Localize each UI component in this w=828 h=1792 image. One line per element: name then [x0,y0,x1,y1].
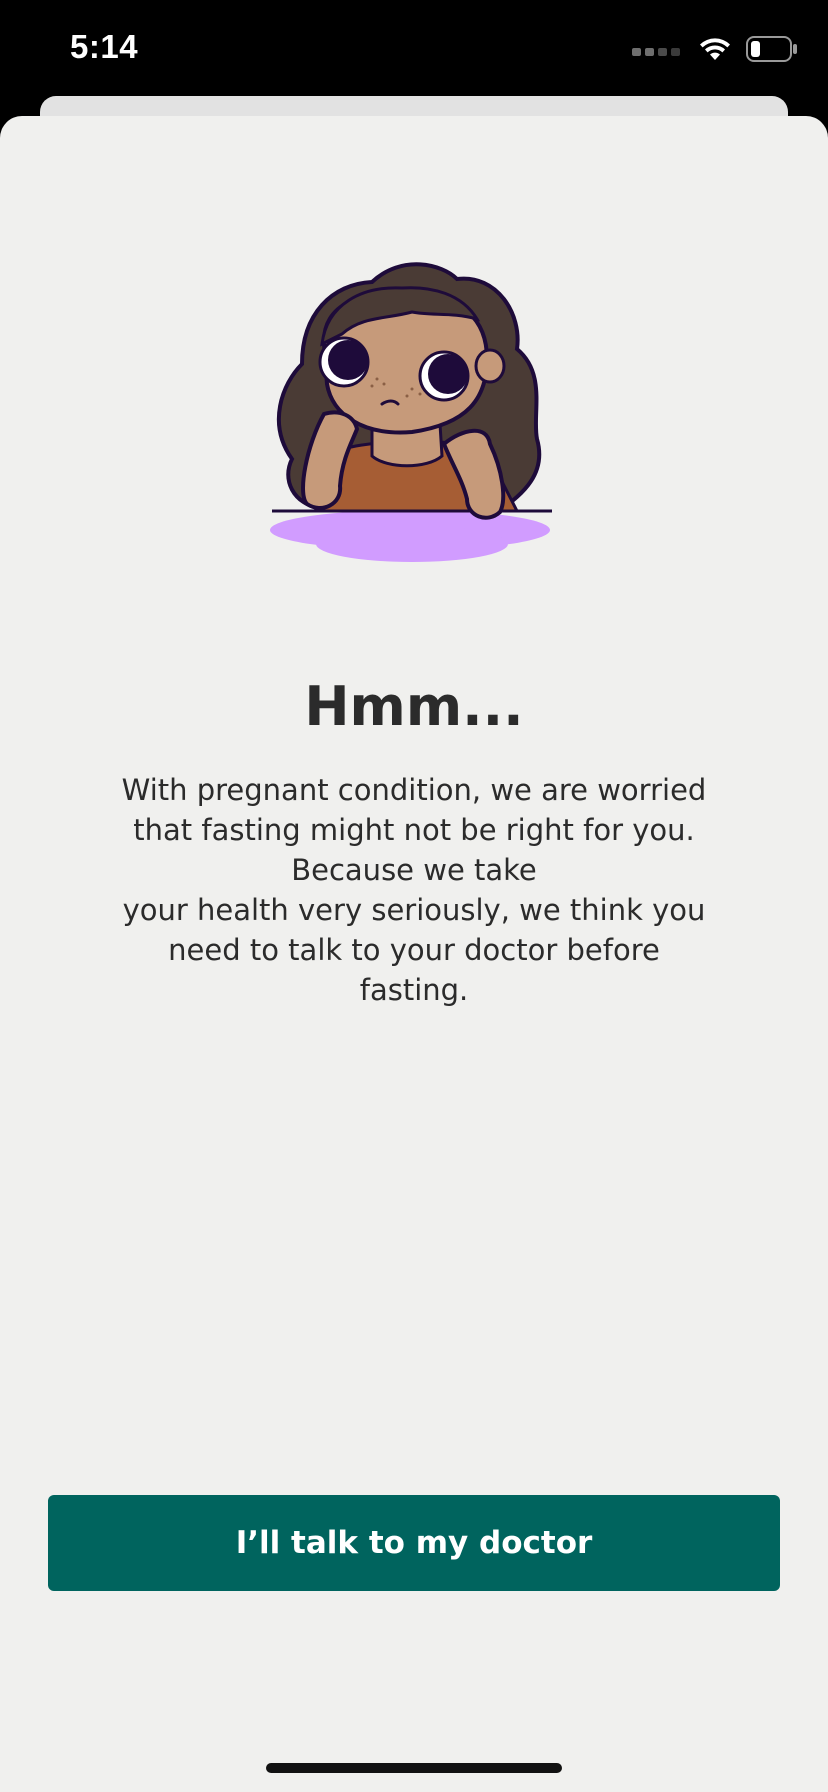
thinking-woman-illustration [270,262,552,562]
dialog-title: Hmm... [304,675,524,738]
status-icons [632,34,798,64]
dialog-message: With pregnant condition, we are worried … [114,770,714,1010]
message-line: fasting. [359,973,469,1007]
wifi-icon [700,38,730,60]
message-line: that fasting might not be right for you. [133,813,695,847]
cellular-signal-icon [632,48,680,56]
message-line: Because we take [291,853,537,887]
talk-to-doctor-button[interactable]: I’ll talk to my doctor [48,1495,780,1591]
message-line: need to talk to your doctor before [168,933,660,967]
status-bar: 5:14 [0,0,828,96]
status-time: 5:14 [70,28,139,65]
home-indicator[interactable] [266,1763,562,1773]
battery-icon [746,36,797,62]
message-line: With pregnant condition, we are worried [121,773,707,807]
message-line: your health very seriously, we think you [122,893,706,927]
